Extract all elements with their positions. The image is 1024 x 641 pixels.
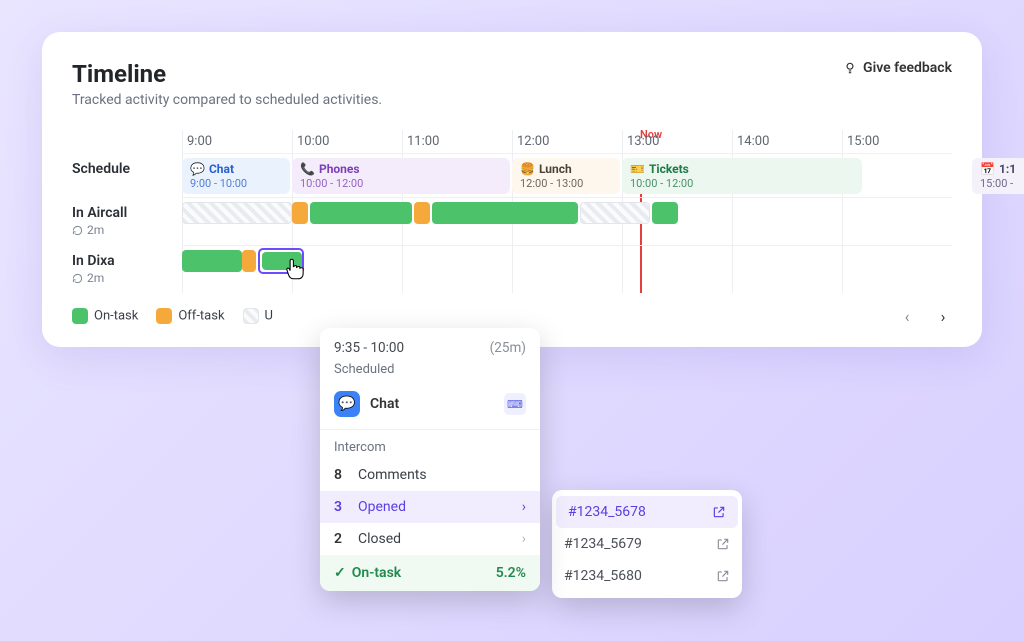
popover-scheduled-label: Scheduled	[334, 362, 526, 377]
popover-section-title: Intercom	[320, 430, 540, 459]
schedule-block-phones[interactable]: 📞Phones 10:00 - 12:00	[292, 158, 510, 194]
aircall-label: In Aircall	[72, 205, 174, 221]
ticket-row[interactable]: #1234_5679	[552, 528, 742, 560]
swatch-ontask	[72, 308, 88, 324]
ticket-id: #1234_5678	[568, 504, 646, 520]
popover-duration: (25m)	[490, 340, 526, 356]
popover-row-closed[interactable]: 2 Closed ›	[320, 523, 540, 555]
hour-tick: 15:00	[842, 130, 952, 153]
schedule-block-chat[interactable]: 💬Chat 9:00 - 10:00	[182, 158, 290, 194]
ticket-row[interactable]: #1234_5680	[552, 560, 742, 592]
legend: On-task Off-task U ‹ ›	[72, 307, 952, 325]
hour-tick: 12:00	[512, 130, 622, 153]
seg-untracked[interactable]	[182, 202, 292, 224]
phone-icon: 📞	[300, 162, 315, 177]
prev-button[interactable]: ‹	[898, 307, 916, 325]
hour-tick: 14:00	[732, 130, 842, 153]
dixa-label: In Dixa	[72, 253, 174, 269]
burger-icon: 🍔	[520, 162, 535, 177]
legend-untracked-label: U	[265, 308, 273, 323]
schedule-label: Schedule	[72, 153, 182, 197]
legend-offtask-label: Off-task	[178, 308, 224, 323]
schedule-row: Schedule 💬Chat 9:00 - 10:00 📞Phones 10:0…	[72, 153, 952, 197]
page-title: Timeline	[72, 60, 382, 88]
timeline-card: Timeline Tracked activity compared to sc…	[42, 32, 982, 347]
seg-ontask[interactable]	[652, 202, 678, 224]
popover-channel: Chat	[370, 396, 494, 412]
schedule-block-tickets[interactable]: 🎫Tickets 10:00 - 12:00	[622, 158, 862, 194]
seg-ontask[interactable]	[182, 250, 242, 272]
popover-ontask-footer: ✓On-task 5.2%	[320, 555, 540, 591]
seg-offtask[interactable]	[414, 202, 430, 224]
dixa-track[interactable]	[182, 245, 952, 293]
ticket-id: #1234_5679	[564, 536, 642, 552]
page-subtitle: Tracked activity compared to scheduled a…	[72, 92, 382, 108]
feedback-label: Give feedback	[863, 60, 952, 76]
chat-icon: 💬	[190, 162, 205, 177]
chat-app-icon: 💬	[334, 391, 360, 417]
legend-ontask-label: On-task	[94, 308, 138, 323]
lightbulb-icon	[843, 61, 857, 75]
schedule-block-lunch[interactable]: 🍔Lunch 12:00 - 13:00	[512, 158, 620, 194]
ticket-row[interactable]: #1234_5678	[556, 496, 738, 528]
cursor-hand-icon	[282, 256, 308, 282]
calendar-icon: 📅	[980, 162, 995, 177]
dixa-row: In Dixa 2m	[72, 245, 952, 293]
popover-ontask-pct: 5.2%	[496, 565, 526, 581]
seg-offtask[interactable]	[242, 250, 256, 272]
swatch-offtask	[156, 308, 172, 324]
ticket-icon: 🎫	[630, 162, 645, 177]
ticket-id: #1234_5680	[564, 568, 642, 584]
popover-row-opened[interactable]: 3 Opened ›	[320, 491, 540, 523]
chevron-right-icon: ›	[522, 531, 526, 547]
refresh-icon	[72, 273, 83, 284]
refresh-icon	[72, 225, 83, 236]
popover-time: 9:35 - 10:00	[334, 340, 404, 356]
timeline-grid: Now 9:00 10:00 11:00 12:00 13:00 14:00 1…	[72, 130, 952, 325]
external-link-icon	[716, 537, 730, 551]
seg-offtask[interactable]	[292, 202, 308, 224]
next-button[interactable]: ›	[934, 307, 952, 325]
hours-axis: 9:00 10:00 11:00 12:00 13:00 14:00 15:00	[182, 130, 952, 153]
seg-untracked[interactable]	[580, 202, 650, 224]
tickets-popover: #1234_5678 #1234_5679 #1234_5680	[552, 490, 742, 598]
swatch-untracked	[243, 308, 259, 324]
external-link-icon	[716, 569, 730, 583]
schedule-track: 💬Chat 9:00 - 10:00 📞Phones 10:00 - 12:00…	[182, 153, 952, 197]
chevron-right-icon: ›	[522, 499, 526, 515]
seg-ontask[interactable]	[432, 202, 578, 224]
give-feedback-button[interactable]: Give feedback	[843, 60, 952, 76]
schedule-block-oneonone[interactable]: 📅1:1 15:00 -	[972, 158, 1024, 194]
aircall-row: In Aircall 2m	[72, 197, 952, 245]
seg-ontask[interactable]	[310, 202, 412, 224]
popover-row-comments[interactable]: 8 Comments	[320, 459, 540, 491]
segment-popover: 9:35 - 10:00 (25m) Scheduled 💬 Chat ⌨ In…	[320, 328, 540, 591]
external-link-icon	[712, 505, 726, 519]
check-icon: ✓	[334, 565, 346, 581]
hour-tick: 11:00	[402, 130, 512, 153]
aircall-track[interactable]	[182, 197, 952, 245]
hour-tick: 13:00	[622, 130, 732, 153]
keyboard-icon[interactable]: ⌨	[504, 393, 526, 415]
hour-tick: 9:00	[182, 130, 292, 153]
hour-tick: 10:00	[292, 130, 402, 153]
